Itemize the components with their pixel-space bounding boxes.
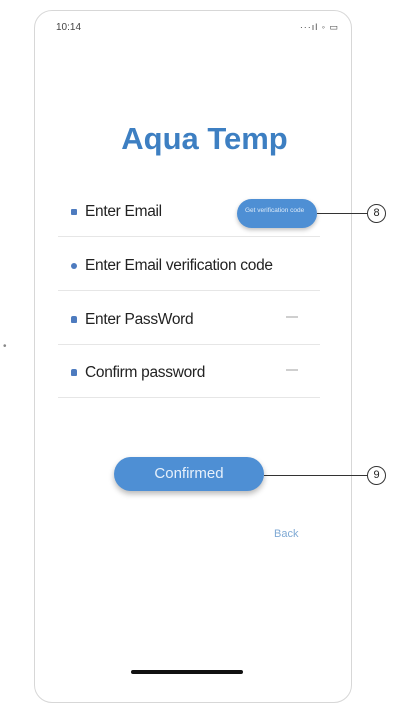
confirm-password-placeholder: Confirm password — [85, 363, 206, 381]
email-placeholder: Enter Email — [85, 202, 162, 220]
confirm-password-field[interactable]: Confirm password — [58, 348, 320, 398]
confirm-button[interactable]: Confirmed — [114, 457, 264, 491]
get-verification-code-button[interactable]: Get verification code — [237, 199, 317, 228]
status-indicators: ···ıl ◦ ▭ — [299, 22, 339, 32]
verification-code-field[interactable]: Enter Email verification code — [58, 241, 320, 291]
verification-code-placeholder: Enter Email verification code — [85, 256, 273, 274]
back-link[interactable]: Back — [274, 528, 298, 540]
lock-icon — [71, 369, 77, 376]
status-time: 10:14 — [56, 22, 82, 33]
mail-icon — [71, 208, 77, 215]
side-mark: • — [3, 341, 7, 352]
eye-hidden-icon[interactable] — [286, 369, 298, 371]
home-indicator — [131, 670, 243, 674]
app-title: Aqua Temp — [121, 121, 288, 156]
eye-hidden-icon[interactable] — [286, 316, 298, 318]
shield-icon — [71, 262, 77, 269]
callout-8: 8 — [367, 204, 386, 223]
callout-9: 9 — [367, 466, 386, 485]
callout-line-8 — [317, 213, 367, 214]
password-field[interactable]: Enter PassWord — [58, 295, 320, 345]
callout-line-9 — [264, 475, 367, 476]
lock-icon — [71, 316, 77, 323]
password-placeholder: Enter PassWord — [85, 310, 194, 328]
